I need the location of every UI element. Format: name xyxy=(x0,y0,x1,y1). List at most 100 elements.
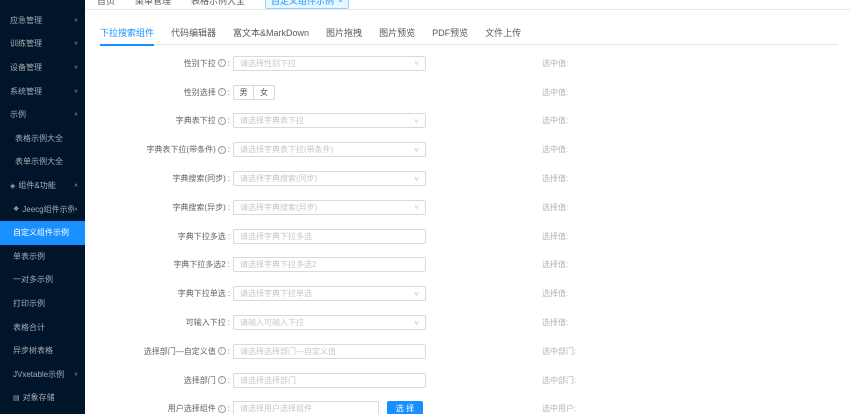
dict-search-sync-select[interactable]: 请选择字典搜索(同步) ∨ xyxy=(233,171,426,187)
sidebar-item-object-storage[interactable]: ▤ 对象存储 xyxy=(0,386,85,410)
placeholder-text: 请选择用户选择组件 xyxy=(240,404,312,414)
select-user-button[interactable]: 选 择 xyxy=(387,401,423,414)
content-tabs: 下拉搜索组件 代码编辑器 富文本&MarkDown 图片拖拽 图片预览 PDF预… xyxy=(100,26,838,46)
sidebar-item-async-tree[interactable]: 异步树表格 xyxy=(0,339,85,363)
tab-home[interactable]: 首页 xyxy=(97,0,115,7)
sidebar-item-jvxetable[interactable]: JVxetable示例 ∨ xyxy=(0,363,85,387)
sidebar-item-form-demos[interactable]: 表单示例大全 xyxy=(0,150,85,174)
sidebar: 题库管理 应急管理∨ 训练管理∨ 设备管理∨ 系统管理∨ 示例∧ 表格示例大全 … xyxy=(0,0,85,414)
main-content: 首页 菜单管理 表格示例大全 自定义组件示例 × 下拉搜索组件 代码编辑器 富文… xyxy=(85,0,850,414)
info-icon[interactable] xyxy=(217,88,226,97)
sidebar-item-label: 表格合计 xyxy=(13,322,45,332)
selected-value-label: 选择值: xyxy=(542,289,569,299)
sidebar-item-components[interactable]: ◈ 组件&功能 ∧ xyxy=(0,174,85,198)
editable-select[interactable]: 请输入可输入下拉 ∨ xyxy=(233,315,426,331)
form-row-dict-table-select: 字典表下拉: 请选择字典表下拉 ∨ 选中值: xyxy=(85,107,850,136)
sidebar-item-custom-components[interactable]: 自定义组件示例 xyxy=(0,220,85,245)
jeecg-icon: ❖ xyxy=(13,206,20,214)
chevron-down-icon: ∨ xyxy=(73,89,78,94)
tab-image-preview[interactable]: 图片预览 xyxy=(379,26,415,44)
field-label: 字典表下拉(带条件): xyxy=(85,144,233,155)
tab-image-drag[interactable]: 图片拖拽 xyxy=(326,26,362,44)
sidebar-item-label: 设备管理 xyxy=(10,63,42,73)
sex-select[interactable]: 请选择性别下拉 ∨ xyxy=(233,55,426,71)
dict-multiselect2[interactable]: 请选择字典下拉多选2 xyxy=(233,257,426,273)
sidebar-item-label: 对象存储 xyxy=(22,393,55,403)
dict-single-select[interactable]: 请选择字典下拉单选 ∨ xyxy=(233,286,426,302)
placeholder-text: 请选择字典搜索(异步) xyxy=(240,202,318,212)
sidebar-item-emergency[interactable]: 应急管理 ∨ xyxy=(0,9,85,33)
field-label: 性别选择: xyxy=(85,87,233,98)
placeholder-text: 请选择性别下拉 xyxy=(240,58,296,68)
sidebar-item-label: 组件&功能 xyxy=(18,181,56,191)
dict-table-cond-select[interactable]: 请选择字典表下拉(带条件) ∨ xyxy=(233,142,426,158)
info-icon[interactable] xyxy=(217,404,226,413)
info-icon[interactable] xyxy=(217,145,226,154)
info-icon[interactable] xyxy=(217,116,226,125)
chevron-down-icon: ∨ xyxy=(413,205,419,211)
sidebar-item-label: 表单示例大全 xyxy=(15,157,63,167)
form-row-depart-custom-value: 选择部门—自定义值: 请选择选择部门—自定义值 选中部门: xyxy=(85,337,850,366)
sidebar-item-system[interactable]: 系统管理 ∨ xyxy=(0,79,85,103)
dict-table-select[interactable]: 请选择字典表下拉 ∨ xyxy=(233,113,426,129)
close-icon[interactable]: × xyxy=(338,0,343,5)
dict-multiselect[interactable]: 请选择字典下拉多选 xyxy=(233,228,426,244)
tab-table-demos[interactable]: 表格示例大全 xyxy=(191,0,245,7)
selected-user-label: 选中用户: xyxy=(542,404,577,414)
chevron-down-icon: ∨ xyxy=(73,18,78,24)
dict-search-async-select[interactable]: 请选择字典搜索(异步) ∨ xyxy=(233,199,426,215)
selected-value-label: 选择值: xyxy=(542,318,569,328)
sidebar-item-question-bank[interactable]: 题库管理 xyxy=(0,0,85,9)
sidebar-item-one-to-many[interactable]: 一对多示例 xyxy=(0,268,85,292)
depart-custom-value-input[interactable]: 请选择选择部门—自定义值 xyxy=(233,343,426,359)
chevron-down-icon: ∨ xyxy=(73,65,78,71)
field-label: 字典下拉多选2: xyxy=(173,260,230,270)
sidebar-item-table-demos[interactable]: 表格示例大全 xyxy=(0,127,85,151)
user-select-input[interactable]: 请选择用户选择组件 xyxy=(233,401,379,414)
sidebar-item-label: 一对多示例 xyxy=(13,275,53,285)
field-label: 字典表下拉: xyxy=(85,115,233,126)
page-tab-bar: 首页 菜单管理 表格示例大全 自定义组件示例 × xyxy=(85,0,850,10)
placeholder-text: 请选择字典搜索(同步) xyxy=(240,174,318,184)
tab-code-editor[interactable]: 代码编辑器 xyxy=(171,26,216,44)
placeholder-text: 请输入可输入下拉 xyxy=(240,318,304,328)
sidebar-item-print-demo[interactable]: 打印示例 xyxy=(0,292,85,316)
sidebar-item-label: 打印示例 xyxy=(13,299,45,309)
tab-richtext-markdown[interactable]: 富文本&MarkDown xyxy=(233,26,309,44)
sidebar-item-label: 表格示例大全 xyxy=(15,133,63,143)
sidebar-item-label: 示例 xyxy=(10,110,26,120)
sidebar-item-label: 单表示例 xyxy=(13,251,45,261)
form-row-dict-single-select: 字典下拉单选: 请选择字典下拉单选 ∨ 选择值: xyxy=(85,279,850,308)
field-label: 选择部门: xyxy=(85,375,233,386)
sidebar-item-training[interactable]: 训练管理 ∨ xyxy=(0,32,85,56)
form-row-editable-select: 可输入下拉: 请输入可输入下拉 ∨ 选择值: xyxy=(85,308,850,337)
selected-value-label: 选中值: xyxy=(542,87,569,97)
field-label: 字典下拉单选: xyxy=(177,289,230,299)
radio-male[interactable]: 男 xyxy=(233,84,254,100)
sidebar-item-device[interactable]: 设备管理 ∨ xyxy=(0,56,85,80)
info-icon[interactable] xyxy=(217,347,226,356)
demo-form: 性别下拉: 请选择性别下拉 ∨ 选中值: 性别选择: 男 女 选中值: 字典表下拉… xyxy=(85,49,850,414)
sidebar-item-table-total[interactable]: 表格合计 xyxy=(0,315,85,339)
chevron-up-icon: ∧ xyxy=(73,112,78,118)
sidebar-item-single-table[interactable]: 单表示例 xyxy=(0,245,85,269)
chevron-up-icon: ∧ xyxy=(73,183,78,189)
field-label: 可输入下拉: xyxy=(185,318,230,328)
radio-female[interactable]: 女 xyxy=(254,84,275,100)
info-icon[interactable] xyxy=(217,59,226,68)
tab-menu-management[interactable]: 菜单管理 xyxy=(135,0,171,7)
sidebar-item-jeecg-components[interactable]: ❖ Jeecg组件示例 ∧ xyxy=(0,197,85,221)
info-icon[interactable] xyxy=(217,376,226,385)
tab-pdf-preview[interactable]: PDF预览 xyxy=(432,26,468,44)
selected-value-label: 选择值: xyxy=(542,174,569,184)
chevron-up-icon: ∧ xyxy=(73,207,78,212)
selected-value-label: 选中值: xyxy=(542,116,569,126)
tab-custom-components[interactable]: 自定义组件示例 × xyxy=(265,0,349,9)
sidebar-item-label: JVxetable示例 xyxy=(13,369,65,379)
sidebar-item-demo[interactable]: 示例 ∧ xyxy=(0,103,85,127)
field-label: 用户选择组件: xyxy=(85,403,233,414)
tab-dropdown-search[interactable]: 下拉搜索组件 xyxy=(100,26,155,46)
tab-file-upload[interactable]: 文件上传 xyxy=(485,26,521,44)
selected-depart-label: 选中部门: xyxy=(542,375,577,385)
depart-select-input[interactable]: 请选择选择部门 xyxy=(233,372,426,388)
